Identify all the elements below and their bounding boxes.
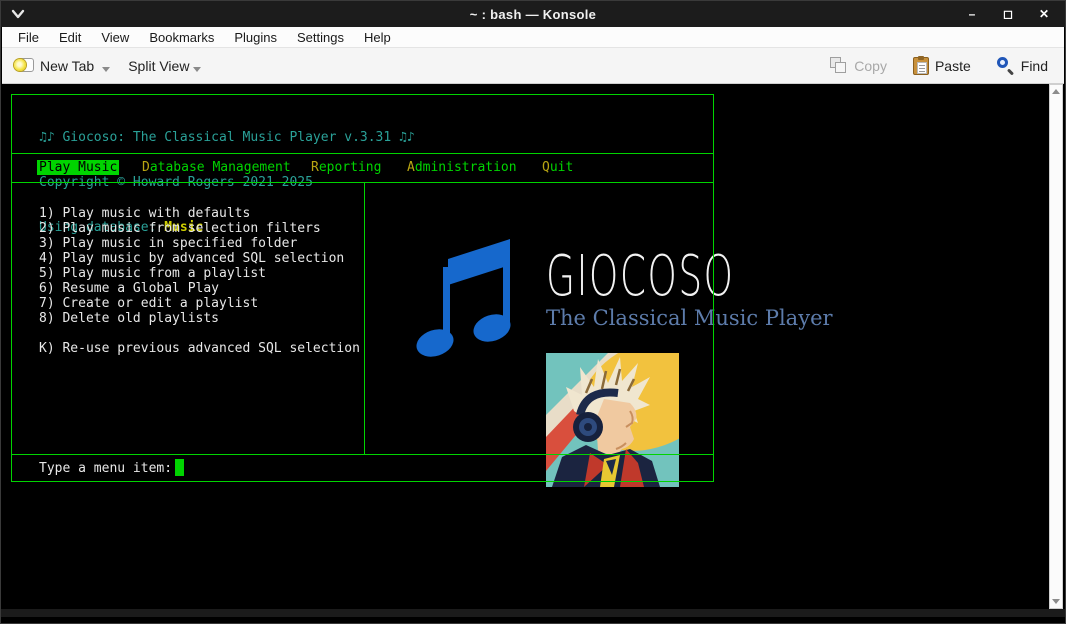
close-button[interactable]: ✕ xyxy=(1033,4,1055,24)
menu-item-3[interactable]: 3) Play music in specified folder xyxy=(39,236,360,251)
find-label: Find xyxy=(1021,58,1048,74)
scroll-down-icon[interactable] xyxy=(1052,599,1060,604)
menu-item-6[interactable]: 6) Resume a Global Play xyxy=(39,281,360,296)
maximize-button[interactable]: ◻ xyxy=(997,4,1019,24)
minimize-button[interactable]: – xyxy=(961,4,983,24)
tui-divider-vertical xyxy=(364,182,365,454)
beethoven-artwork xyxy=(546,353,679,487)
giocoso-logo-text: GIOCOSO xyxy=(546,244,734,309)
menu-item-7[interactable]: 7) Create or edit a playlist xyxy=(39,296,360,311)
copy-label: Copy xyxy=(854,58,887,74)
menu-prompt: Type a menu item: xyxy=(39,461,172,476)
tui-border-top xyxy=(11,94,714,95)
new-tab-icon xyxy=(14,57,34,74)
tab-reporting[interactable]: Reporting xyxy=(311,160,381,175)
menu-view[interactable]: View xyxy=(93,29,137,46)
copy-icon xyxy=(830,57,848,74)
toolbar: New Tab Split View Copy Paste Find xyxy=(2,48,1064,84)
tui-divider-tabs xyxy=(11,182,714,183)
music-note-icon xyxy=(415,233,513,361)
menu-edit[interactable]: Edit xyxy=(51,29,89,46)
terminal-viewport[interactable]: ♫♪ Giocoso: The Classical Music Player v… xyxy=(1,84,1065,617)
paste-icon xyxy=(913,57,929,75)
new-tab-caret-icon[interactable] xyxy=(102,67,110,72)
menu-item-k[interactable]: K) Re-use previous advanced SQL selectio… xyxy=(39,341,360,356)
tui-divider-input xyxy=(11,454,714,455)
app-title-line: ♫♪ Giocoso: The Classical Music Player v… xyxy=(39,130,415,145)
new-tab-label: New Tab xyxy=(40,58,94,74)
terminal-cursor[interactable] xyxy=(175,459,184,476)
menu-item-8[interactable]: 8) Delete old playlists xyxy=(39,311,360,326)
menu-blank-line xyxy=(39,326,360,341)
terminal-scrollbar[interactable] xyxy=(1049,84,1063,609)
menu-item-1[interactable]: 1) Play music with defaults xyxy=(39,206,360,221)
tab-quit[interactable]: Quit xyxy=(542,160,573,175)
menu-help[interactable]: Help xyxy=(356,29,399,46)
tab-play-music[interactable]: Play Music xyxy=(37,160,119,175)
new-tab-button[interactable]: New Tab xyxy=(14,57,94,74)
tab-administration[interactable]: Administration xyxy=(407,160,517,175)
menu-file[interactable]: File xyxy=(10,29,47,46)
paste-label: Paste xyxy=(935,58,971,74)
tab-database-management[interactable]: Database Management xyxy=(142,160,291,175)
giocoso-subtitle: The Classical Music Player xyxy=(546,306,833,330)
play-menu-list: 1) Play music with defaults 2) Play musi… xyxy=(39,206,360,356)
split-view-label: Split View xyxy=(128,58,189,74)
find-icon xyxy=(997,57,1015,75)
title-bar: ~ : bash — Konsole – ◻ ✕ xyxy=(1,1,1065,27)
menu-item-2[interactable]: 2) Play music from selection filters xyxy=(39,221,360,236)
tui-border-bottom xyxy=(11,481,714,482)
menu-plugins[interactable]: Plugins xyxy=(226,29,285,46)
menu-settings[interactable]: Settings xyxy=(289,29,352,46)
split-view-button[interactable]: Split View xyxy=(128,58,189,74)
konsole-window: ~ : bash — Konsole – ◻ ✕ File Edit View … xyxy=(0,0,1066,624)
menu-bar: File Edit View Bookmarks Plugins Setting… xyxy=(2,27,1064,48)
window-title: ~ : bash — Konsole xyxy=(1,7,1065,22)
scroll-up-icon[interactable] xyxy=(1052,89,1060,94)
tui-tab-bar: Play Music Database Management Reporting… xyxy=(1,160,714,177)
copy-button[interactable]: Copy xyxy=(830,57,887,74)
find-button[interactable]: Find xyxy=(997,57,1048,75)
menu-bookmarks[interactable]: Bookmarks xyxy=(141,29,222,46)
tui-divider-header xyxy=(11,153,714,154)
paste-button[interactable]: Paste xyxy=(913,57,971,75)
menu-item-4[interactable]: 4) Play music by advanced SQL selection xyxy=(39,251,360,266)
menu-item-5[interactable]: 5) Play music from a playlist xyxy=(39,266,360,281)
window-bottom-frame xyxy=(1,609,1065,617)
split-view-caret-icon[interactable] xyxy=(193,67,201,72)
